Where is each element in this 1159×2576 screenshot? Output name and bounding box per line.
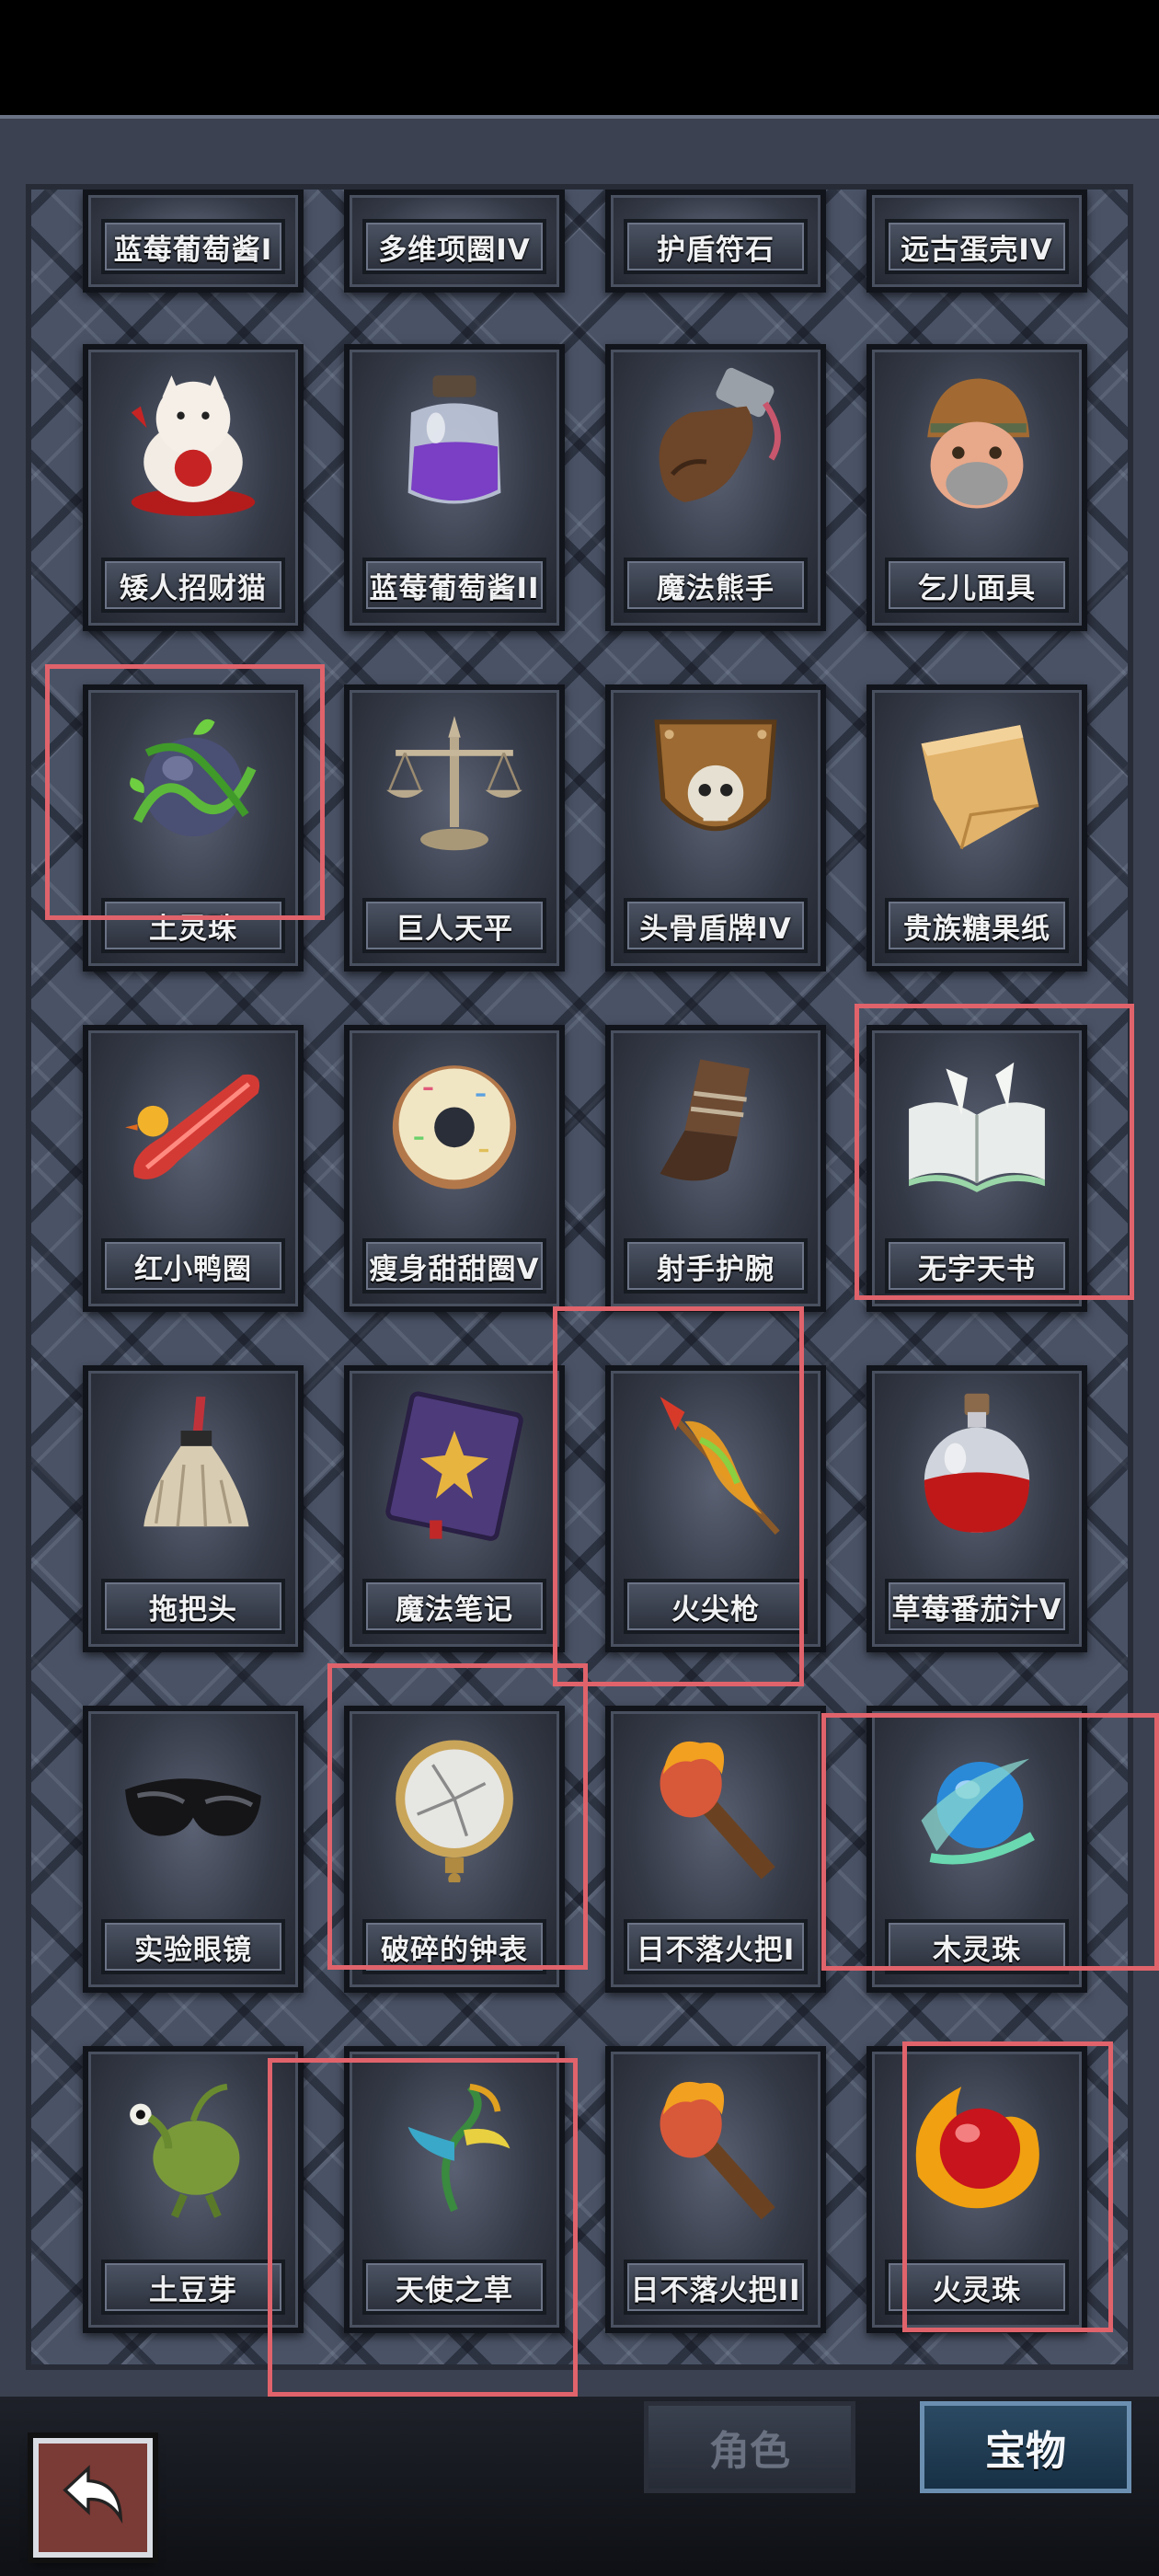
item-label: 土豆芽 xyxy=(101,2260,285,2315)
item-label: 贵族糖果纸 xyxy=(885,898,1069,953)
duck-ring-icon xyxy=(125,1074,260,1179)
item-slot[interactable]: 魔法熊手 xyxy=(605,344,826,631)
item-label: 远古蛋壳IV xyxy=(885,219,1069,274)
item-slot[interactable]: 蓝莓葡萄酱I xyxy=(83,190,304,293)
back-button[interactable] xyxy=(33,2438,153,2558)
item-label: 拖把头 xyxy=(101,1579,285,1634)
item-label: 日不落火把II xyxy=(624,2260,808,2315)
item-label: 头骨盾牌IV xyxy=(624,898,808,953)
archer-bracer-icon xyxy=(660,1059,750,1181)
item-label: 日不落火把I xyxy=(624,1919,808,1974)
candy-wrapper-icon xyxy=(921,725,1039,850)
wood-orb-icon xyxy=(921,1758,1035,1865)
item-label: 瘦身甜甜圈V xyxy=(362,1238,546,1294)
item-slot[interactable]: 魔法笔记 xyxy=(344,1365,565,1652)
magic-notebook-icon xyxy=(385,1391,523,1541)
item-slot[interactable]: 木灵珠 xyxy=(866,1706,1087,1993)
item-label: 射手护腕 xyxy=(624,1238,808,1294)
item-label: 草莓番茄汁V xyxy=(885,1579,1069,1634)
scale-icon xyxy=(386,716,522,851)
item-slot[interactable]: 实验眼镜 xyxy=(83,1706,304,1993)
item-label: 无字天书 xyxy=(885,1238,1069,1294)
lucky-cat-icon xyxy=(131,375,256,516)
blank-book-icon xyxy=(909,1062,1045,1192)
item-slot[interactable]: 拖把头 xyxy=(83,1365,304,1652)
potion-jar-icon xyxy=(407,375,501,504)
item-slot[interactable]: 红小鸭圈 xyxy=(83,1025,304,1312)
return-arrow-icon xyxy=(63,2465,123,2524)
item-label: 矮人招财猫 xyxy=(101,558,285,613)
item-slot[interactable]: 日不落火把I xyxy=(605,1706,826,1993)
goggles-icon xyxy=(125,1778,261,1836)
beggar-mask-icon xyxy=(927,378,1030,509)
item-slot[interactable]: 远古蛋壳IV xyxy=(866,190,1087,293)
item-slot[interactable]: 土豆芽 xyxy=(83,2046,304,2333)
item-label: 红小鸭圈 xyxy=(101,1238,285,1294)
tab-role[interactable]: 角色 xyxy=(644,2401,855,2493)
item-label: 破碎的钟表 xyxy=(362,1919,546,1974)
item-label: 魔法笔记 xyxy=(362,1579,546,1634)
item-slot[interactable]: 贵族糖果纸 xyxy=(866,684,1087,972)
item-label: 多维项圈IV xyxy=(362,219,546,274)
item-label: 天使之草 xyxy=(362,2260,546,2315)
torch-icon xyxy=(660,1741,775,1880)
item-label: 土灵珠 xyxy=(101,898,285,953)
bear-glove-icon xyxy=(659,367,781,502)
item-slot[interactable]: 射手护腕 xyxy=(605,1025,826,1312)
item-slot[interactable]: 头骨盾牌IV xyxy=(605,684,826,972)
item-slot[interactable]: 巨人天平 xyxy=(344,684,565,972)
item-slot[interactable]: 瘦身甜甜圈V xyxy=(344,1025,565,1312)
item-slot[interactable]: 日不落火把II xyxy=(605,2046,826,2333)
donut-icon xyxy=(392,1065,517,1190)
item-slot[interactable]: 多维项圈IV xyxy=(344,190,565,293)
item-slot[interactable]: 土灵珠 xyxy=(83,684,304,972)
potato-sprout-icon xyxy=(130,2083,240,2218)
item-slot[interactable]: 无字天书 xyxy=(866,1025,1087,1312)
torch-icon xyxy=(660,2081,775,2220)
item-slot[interactable]: 火灵珠 xyxy=(866,2046,1087,2333)
angel-grass-icon xyxy=(407,2083,511,2213)
tomato-juice-icon xyxy=(924,1393,1030,1533)
item-label: 护盾符石 xyxy=(624,219,808,274)
item-slot[interactable]: 草莓番茄汁V xyxy=(866,1365,1087,1652)
item-slot[interactable]: 蓝莓葡萄酱II xyxy=(344,344,565,631)
item-slot[interactable]: 矮人招财猫 xyxy=(83,344,304,631)
item-label: 蓝莓葡萄酱II xyxy=(362,558,546,613)
item-label: 巨人天平 xyxy=(362,898,546,953)
item-label: 实验眼镜 xyxy=(101,1919,285,1974)
skull-shield-icon xyxy=(654,719,777,832)
item-slot[interactable]: 乞儿面具 xyxy=(866,344,1087,631)
item-label: 蓝莓葡萄酱I xyxy=(101,219,285,274)
broken-watch-icon xyxy=(396,1740,513,1882)
item-slot[interactable]: 破碎的钟表 xyxy=(344,1706,565,1993)
item-slot[interactable]: 火尖枪 xyxy=(605,1365,826,1652)
item-label: 火灵珠 xyxy=(885,2260,1069,2315)
mop-head-icon xyxy=(143,1397,249,1527)
fire-spear-icon xyxy=(660,1397,780,1535)
tab-treasure[interactable]: 宝物 xyxy=(920,2401,1131,2493)
item-slot[interactable]: 护盾符石 xyxy=(605,190,826,293)
item-label: 火尖枪 xyxy=(624,1579,808,1634)
earth-orb-icon xyxy=(130,719,257,837)
fire-orb-icon xyxy=(915,2087,1039,2209)
item-grid[interactable]: 蓝莓葡萄酱I 多维项圈IV 护盾符石 远古蛋壳IV 矮人招财猫 蓝莓葡萄酱II xyxy=(26,184,1133,2370)
item-label: 魔法熊手 xyxy=(624,558,808,613)
item-label: 乞儿面具 xyxy=(885,558,1069,613)
item-label: 木灵珠 xyxy=(885,1919,1069,1974)
status-bar xyxy=(0,0,1159,115)
item-slot[interactable]: 天使之草 xyxy=(344,2046,565,2333)
